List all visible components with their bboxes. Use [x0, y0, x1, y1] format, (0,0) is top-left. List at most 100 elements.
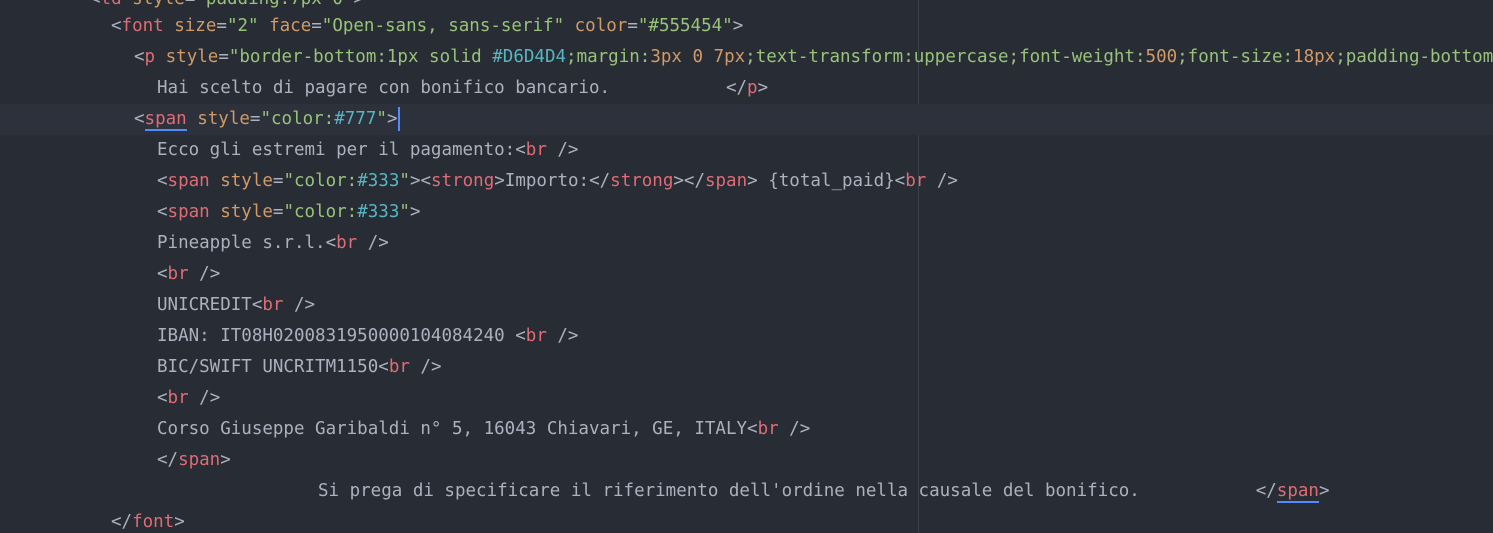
code-token: =: [216, 16, 227, 36]
code-token: =: [249, 109, 261, 129]
code-token: p: [747, 78, 758, 98]
code-token: />: [409, 357, 442, 377]
code-token: #333: [357, 171, 400, 191]
code-token: />: [546, 326, 579, 346]
code-token: face: [258, 16, 312, 36]
code-token: span: [167, 202, 210, 222]
code-token: Hai scelto di pagare con bonifico bancar…: [157, 78, 726, 98]
code-token: >: [747, 171, 758, 191]
code-line[interactable]: <br />: [0, 383, 1493, 414]
code-token: </: [157, 450, 179, 470]
code-token: style: [209, 202, 273, 222]
code-token: br: [262, 295, 284, 315]
code-line[interactable]: Pineapple s.r.l.<br />: [0, 228, 1493, 259]
code-token: #333: [357, 202, 400, 222]
code-token: td: [101, 0, 122, 9]
code-token: "2": [226, 16, 259, 36]
code-token: "color:: [283, 202, 358, 222]
code-token: font: [121, 16, 164, 36]
code-token: ;font-size:: [1177, 47, 1294, 67]
code-line[interactable]: </font>: [0, 507, 1493, 533]
code-token: <: [515, 326, 526, 346]
code-token: "color:: [260, 109, 335, 129]
code-token: >: [732, 16, 744, 36]
code-line[interactable]: <span style="color:#333"><strong>Importo…: [0, 166, 1493, 197]
code-token: span: [178, 450, 221, 470]
code-token: <: [157, 202, 168, 222]
code-token: />: [283, 295, 316, 315]
code-line[interactable]: Ecco gli estremi per il pagamento:<br />: [0, 135, 1493, 166]
code-line[interactable]: <p style="border-bottom:1px solid #D6D4D…: [0, 42, 1493, 73]
code-token: #777: [334, 109, 377, 129]
code-token: <: [251, 295, 263, 315]
code-token: br: [167, 264, 189, 284]
code-token: "border-bottom:1px solid: [228, 47, 493, 67]
code-token: </: [111, 512, 133, 532]
code-token: br: [525, 140, 547, 160]
code-line[interactable]: Hai scelto di pagare con bonifico bancar…: [0, 73, 1493, 104]
code-token: ;text-transform:uppercase;font-weight:: [745, 47, 1146, 67]
code-token: =: [311, 16, 322, 36]
code-token: span: [144, 109, 187, 131]
code-token: <: [515, 140, 526, 160]
code-token: style: [209, 171, 273, 191]
code-token: </: [725, 78, 748, 98]
code-token: br: [757, 419, 779, 439]
code-editor[interactable]: <td style="padding:7px 0"> <font size="2…: [0, 0, 1493, 533]
code-token: color: [564, 16, 628, 36]
code-line[interactable]: <span style="color:#333">: [0, 197, 1493, 228]
code-token: />: [188, 264, 221, 284]
code-token: ": [399, 202, 410, 222]
code-token: =: [272, 171, 284, 191]
code-token: Pineapple s.r.l.: [157, 233, 326, 253]
code-token: br: [167, 388, 189, 408]
code-line-active[interactable]: <span style="color:#777">: [0, 104, 1493, 135]
code-token: <: [747, 419, 758, 439]
code-token: ><: [409, 171, 432, 191]
code-token: style: [122, 0, 185, 9]
code-token: <: [90, 0, 101, 9]
code-token: >: [174, 512, 185, 532]
code-token: Ecco gli estremi per il pagamento:: [157, 140, 516, 160]
code-line[interactable]: Corso Giuseppe Garibaldi n° 5, 16043 Chi…: [0, 414, 1493, 445]
code-token: <: [378, 357, 389, 377]
code-line[interactable]: </span>: [0, 445, 1493, 476]
code-line[interactable]: <br />: [0, 259, 1493, 290]
code-token: />: [926, 171, 958, 191]
code-token: "color:: [283, 171, 358, 191]
code-token: =: [185, 0, 196, 9]
code-token: </: [589, 171, 611, 191]
code-token: <: [157, 171, 168, 191]
code-line[interactable]: IBAN: IT08H0200831950000104084240 <br />: [0, 321, 1493, 352]
code-token: <: [894, 171, 906, 191]
code-token: >: [386, 109, 398, 129]
code-token: br: [336, 233, 358, 253]
code-token: #D6D4D4: [492, 47, 567, 67]
code-line[interactable]: BIC/SWIFT UNCRITM1150<br />: [0, 352, 1493, 383]
code-token: >: [220, 450, 231, 470]
code-token: </: [1255, 481, 1277, 501]
code-token: strong: [431, 171, 495, 191]
code-token: Corso Giuseppe Garibaldi n° 5, 16043 Chi…: [157, 419, 748, 439]
code-token: strong: [610, 171, 674, 191]
code-line[interactable]: <font size="2" face="Open-sans, sans-ser…: [0, 11, 1493, 42]
code-token: BIC/SWIFT UNCRITM1150: [157, 357, 379, 377]
code-token: ": [399, 171, 410, 191]
code-token: =: [627, 16, 638, 36]
code-token: <: [111, 16, 122, 36]
code-token: br: [388, 357, 410, 377]
code-token: >: [409, 202, 421, 222]
code-token: />: [357, 233, 389, 253]
code-token: >: [1318, 481, 1330, 501]
code-token: style: [155, 47, 219, 67]
code-token: >: [494, 171, 505, 191]
code-line[interactable]: Si prega di specificare il riferimento d…: [0, 476, 1493, 507]
code-token: "Open-sans, sans-serif": [321, 16, 565, 36]
code-line[interactable]: UNICREDIT<br />: [0, 290, 1493, 321]
code-token: size: [163, 16, 217, 36]
code-token: span: [167, 171, 210, 191]
code-token: <: [325, 233, 337, 253]
code-token: "padding:7px 0": [195, 0, 353, 9]
code-token: =: [272, 202, 284, 222]
code-token: 500: [1145, 47, 1178, 67]
